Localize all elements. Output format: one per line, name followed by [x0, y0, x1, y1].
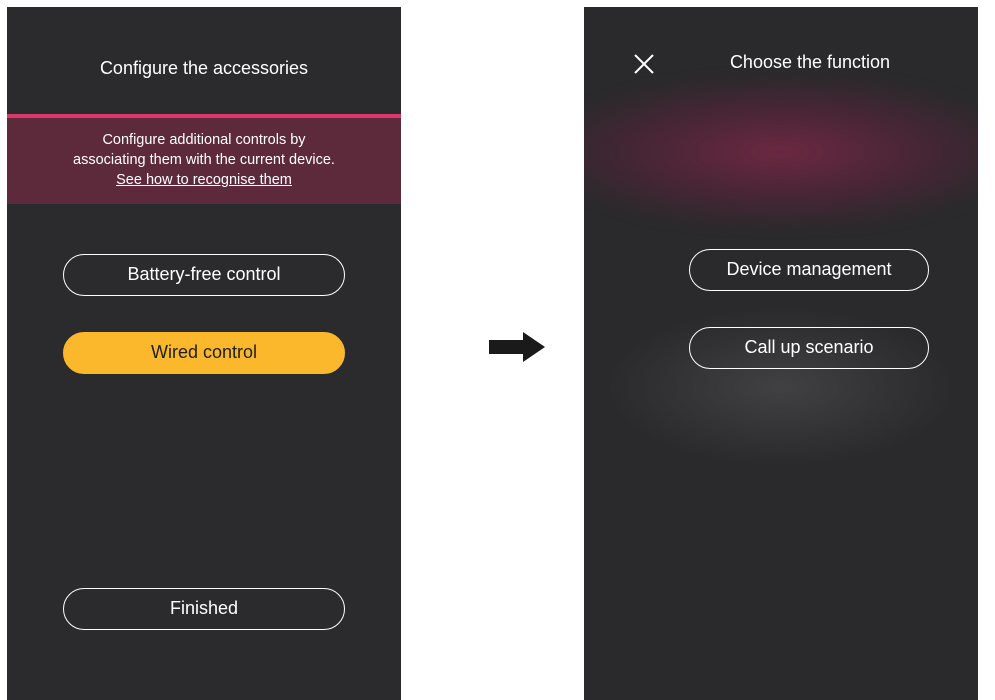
call-up-scenario-button[interactable]: Call up scenario: [689, 327, 929, 369]
banner-text-line-2: associating them with the current device…: [73, 152, 335, 168]
stage: Configure the accessories Configure addi…: [0, 0, 995, 700]
background-glow: [584, 77, 978, 227]
info-banner: Configure additional controls by associa…: [7, 114, 401, 204]
battery-free-control-button[interactable]: Battery-free control: [63, 254, 345, 296]
wired-control-button[interactable]: Wired control: [63, 332, 345, 374]
right-arrow-icon: [489, 332, 545, 362]
finished-button[interactable]: Finished: [63, 588, 345, 630]
accessories-screen: Configure the accessories Configure addi…: [7, 7, 401, 700]
function-screen: Choose the function Device management Ca…: [584, 7, 978, 700]
recognise-link[interactable]: See how to recognise them: [116, 172, 292, 188]
close-icon[interactable]: [632, 52, 656, 76]
banner-text-line-1: Configure additional controls by: [102, 132, 306, 148]
page-title: Configure the accessories: [99, 58, 309, 78]
device-management-button[interactable]: Device management: [689, 249, 929, 291]
page-title: Choose the function: [729, 52, 891, 72]
